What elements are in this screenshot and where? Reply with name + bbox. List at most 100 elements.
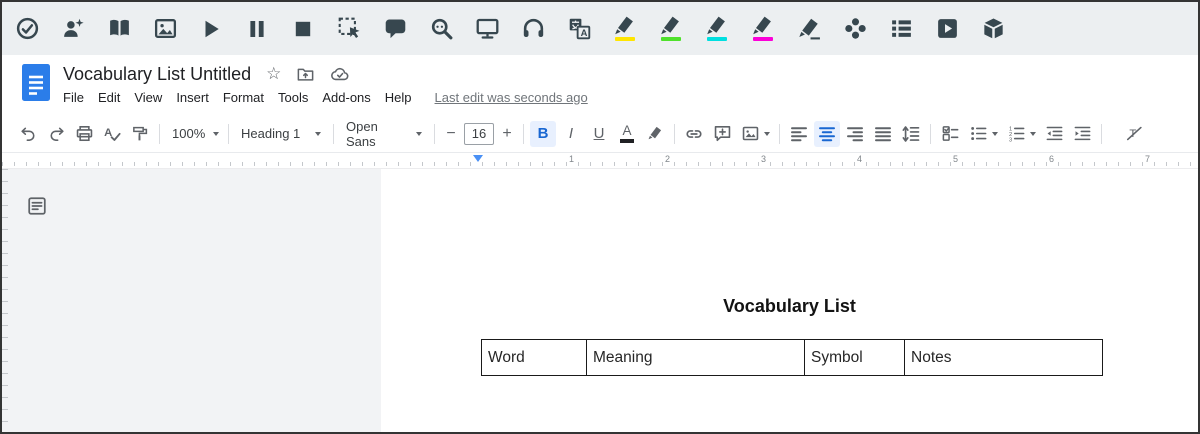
cube-icon[interactable] — [980, 12, 1006, 46]
checklist-button[interactable] — [937, 121, 963, 147]
bold-button[interactable]: B — [530, 120, 556, 147]
stop-icon[interactable] — [290, 12, 316, 46]
app-window: A Vocabulary List Untitled ☆ File Edit V… — [0, 0, 1200, 434]
italic-button[interactable]: I — [558, 121, 584, 147]
paint-format-button[interactable] — [127, 121, 153, 147]
insert-image-button[interactable] — [737, 121, 773, 147]
print-button[interactable] — [71, 121, 97, 147]
toolbar-divider — [1101, 123, 1102, 144]
spellcheck-icon: A — [104, 127, 121, 141]
web-search-icon[interactable] — [428, 12, 454, 46]
highlight-color-button[interactable] — [642, 121, 668, 147]
line-spacing-icon — [902, 125, 920, 142]
document-title-input[interactable]: Vocabulary List Untitled — [63, 64, 251, 85]
ruler-number: 2 — [665, 154, 671, 164]
undo-button[interactable] — [15, 121, 41, 147]
formatting-toolbar: A 100% Heading 1 Open Sans − 16 + B I U … — [2, 115, 1198, 153]
font-select[interactable]: Open Sans — [339, 119, 429, 149]
increase-indent-button[interactable] — [1069, 121, 1095, 147]
align-left-button[interactable] — [786, 121, 812, 147]
increase-font-size-button[interactable]: + — [497, 121, 517, 147]
indent-marker[interactable] — [473, 155, 483, 162]
align-left-icon — [791, 126, 807, 141]
picture-dictionary-icon[interactable] — [152, 12, 178, 46]
translator-letter: A — [580, 28, 587, 38]
decrease-indent-button[interactable] — [1041, 121, 1067, 147]
spellcheck-button[interactable]: A — [99, 121, 125, 147]
practice-video-icon[interactable] — [934, 12, 960, 46]
justify-button[interactable] — [870, 121, 896, 147]
vocabulary-list-icon[interactable] — [888, 12, 914, 46]
menu-addons[interactable]: Add-ons — [315, 88, 377, 107]
font-size-input[interactable]: 16 — [464, 122, 494, 145]
toolbar-divider — [333, 123, 334, 144]
add-comment-button[interactable] — [709, 121, 735, 147]
check-icon[interactable] — [14, 12, 40, 46]
dictionary-icon[interactable] — [106, 12, 132, 46]
ruler-number: 7 — [1145, 154, 1151, 164]
highlighter-cyan-icon[interactable] — [704, 12, 730, 46]
table-header-cell[interactable]: Symbol — [804, 340, 904, 375]
ruler-number: 6 — [1049, 154, 1055, 164]
toolbar-divider — [779, 123, 780, 144]
numbered-list-button[interactable]: 123 — [1003, 121, 1039, 147]
menu-file[interactable]: File — [63, 88, 91, 107]
audio-maker-icon[interactable] — [520, 12, 546, 46]
clear-formatting-button[interactable]: T — [1121, 121, 1147, 147]
play-icon[interactable] — [198, 12, 224, 46]
screenshot-reader-icon[interactable] — [336, 12, 362, 46]
clear-highlights-icon[interactable] — [796, 12, 822, 46]
text-color-button[interactable]: A — [614, 121, 640, 147]
align-center-button[interactable] — [814, 120, 840, 147]
redo-button[interactable] — [43, 121, 69, 147]
menu-tools[interactable]: Tools — [271, 88, 315, 107]
underline-button[interactable]: U — [586, 121, 612, 147]
vocabulary-table: Word Meaning Symbol Notes — [481, 339, 1103, 376]
align-right-icon — [847, 126, 863, 141]
document-page[interactable]: Vocabulary List Word Meaning Symbol Note… — [381, 169, 1198, 432]
print-icon — [76, 125, 92, 142]
comment-icon — [714, 125, 730, 142]
align-right-button[interactable] — [842, 121, 868, 147]
menu-format[interactable]: Format — [216, 88, 271, 107]
translator-icon[interactable]: A — [566, 12, 592, 46]
align-center-icon — [819, 126, 835, 141]
pause-icon[interactable] — [244, 12, 270, 46]
highlighter-yellow-icon[interactable] — [612, 12, 638, 46]
table-header-cell[interactable]: Word — [482, 340, 586, 375]
highlighter-green-icon[interactable] — [658, 12, 684, 46]
toolbar-divider — [930, 123, 931, 144]
last-edit-link[interactable]: Last edit was seconds ago — [435, 90, 588, 105]
document-outline-button[interactable] — [26, 195, 48, 222]
insert-link-button[interactable] — [681, 121, 707, 147]
document-heading[interactable]: Vocabulary List — [381, 296, 1198, 317]
table-header-cell[interactable]: Meaning — [586, 340, 804, 375]
cyan-swatch — [707, 36, 727, 41]
star-icon[interactable]: ☆ — [266, 65, 281, 83]
ruler-ticks — [2, 162, 1198, 166]
decrease-font-size-button[interactable]: − — [441, 121, 461, 147]
table-header-cell[interactable]: Notes — [904, 340, 1102, 375]
hover-speech-icon[interactable] — [382, 12, 408, 46]
chevron-down-icon — [315, 131, 321, 136]
zoom-select[interactable]: 100% — [165, 121, 223, 147]
highlighter-pink-icon[interactable] — [750, 12, 776, 46]
menu-edit[interactable]: Edit — [91, 88, 127, 107]
line-spacing-button[interactable] — [898, 121, 924, 147]
docs-logo-icon[interactable] — [22, 64, 50, 106]
menu-insert[interactable]: Insert — [169, 88, 216, 107]
bulleted-list-button[interactable] — [965, 121, 1001, 147]
collect-highlights-icon[interactable] — [842, 12, 868, 46]
menu-help[interactable]: Help — [378, 88, 419, 107]
screen-mask-icon[interactable] — [474, 12, 500, 46]
prediction-icon[interactable] — [60, 12, 86, 46]
numbered-list-icon: 123 — [1009, 126, 1024, 143]
move-folder-icon[interactable] — [296, 65, 315, 84]
toolbar-divider — [674, 123, 675, 144]
checklist-icon — [942, 126, 958, 141]
cloud-status-icon[interactable] — [330, 64, 350, 84]
ruler-number: 1 — [569, 154, 575, 164]
ruler[interactable]: 1 2 3 4 5 6 7 — [2, 153, 1198, 169]
menu-view[interactable]: View — [127, 88, 169, 107]
paragraph-style-select[interactable]: Heading 1 — [234, 121, 328, 147]
